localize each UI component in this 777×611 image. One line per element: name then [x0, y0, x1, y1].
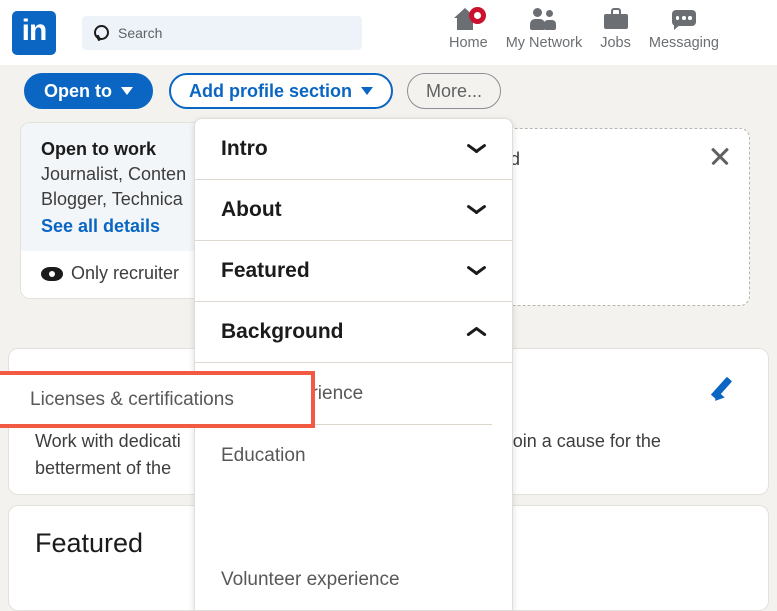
- add-profile-section-button[interactable]: Add profile section: [169, 73, 394, 109]
- eye-icon: [41, 266, 63, 282]
- dropdown-item-volunteer-experience-label: Volunteer experience: [221, 569, 400, 590]
- home-icon: [450, 6, 487, 32]
- dropdown-section-featured[interactable]: Featured: [195, 241, 512, 302]
- dropdown-section-intro[interactable]: Intro: [195, 119, 512, 180]
- add-profile-section-dropdown: Intro About Featured Background Work exp…: [194, 118, 513, 611]
- close-icon[interactable]: [707, 143, 733, 169]
- chevron-up-icon: [466, 326, 488, 339]
- nav-item-home[interactable]: Home: [440, 4, 497, 51]
- profile-action-buttons: Open to Add profile section More...: [0, 70, 777, 112]
- dropdown-section-featured-label: Featured: [221, 259, 310, 282]
- dropdown-section-intro-label: Intro: [221, 137, 268, 160]
- chevron-down-icon: [466, 143, 488, 156]
- nav-item-my-network[interactable]: My Network: [497, 4, 592, 51]
- open-to-button[interactable]: Open to: [24, 73, 153, 109]
- dropdown-item-education-label: Education: [221, 445, 306, 466]
- dropdown-section-about[interactable]: About: [195, 180, 512, 241]
- network-icon: [529, 6, 559, 32]
- dropdown-section-about-label: About: [221, 198, 282, 221]
- dropdown-section-background-label: Background: [221, 320, 344, 343]
- nav-item-jobs-label: Jobs: [600, 35, 631, 51]
- open-to-work-visibility-label: Only recruiter: [71, 263, 180, 283]
- chevron-down-icon: [466, 265, 488, 278]
- dropdown-section-background[interactable]: Background: [195, 302, 512, 363]
- nav-item-home-label: Home: [449, 35, 488, 51]
- dropdown-item-licenses-and-certifications-label: Licenses & certifications: [30, 388, 234, 410]
- top-navigation-bar: in Search Home My Network Jobs Messaging: [0, 0, 777, 65]
- nav-items: Home My Network Jobs Messaging: [440, 4, 728, 62]
- briefcase-icon: [602, 6, 630, 32]
- chevron-down-icon: [361, 87, 374, 95]
- add-profile-section-button-label: Add profile section: [189, 80, 353, 101]
- dropdown-item-education[interactable]: Education: [195, 425, 512, 487]
- search-input[interactable]: Search: [82, 15, 362, 50]
- linkedin-logo[interactable]: in: [12, 10, 56, 55]
- about-body-line1: Work with dedicati: [35, 431, 181, 451]
- notification-badge-icon: [469, 7, 487, 24]
- more-button[interactable]: More...: [407, 73, 502, 109]
- chevron-down-icon: [121, 87, 133, 95]
- nav-item-messaging-label: Messaging: [648, 35, 719, 51]
- search-icon: [92, 24, 110, 42]
- dropdown-item-volunteer-experience[interactable]: Volunteer experience: [195, 549, 512, 610]
- chevron-down-icon: [466, 204, 488, 217]
- dropdown-item-licenses-and-certifications[interactable]: Licenses & certifications: [0, 371, 315, 428]
- pencil-icon[interactable]: [710, 373, 742, 405]
- open-to-button-label: Open to: [44, 80, 112, 101]
- nav-item-my-network-label: My Network: [505, 35, 583, 51]
- dropdown-item-licenses-slot: [195, 487, 512, 549]
- search-placeholder: Search: [118, 24, 163, 41]
- nav-item-messaging[interactable]: Messaging: [640, 4, 728, 51]
- message-icon: [670, 6, 698, 32]
- nav-item-jobs[interactable]: Jobs: [591, 4, 640, 51]
